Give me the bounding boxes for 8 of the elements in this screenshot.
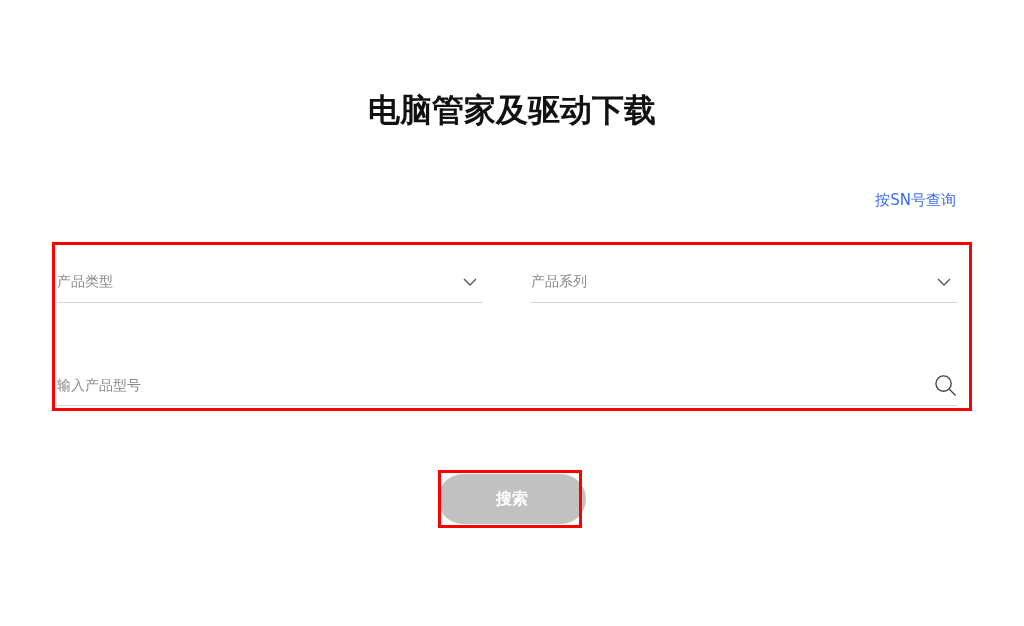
search-icon — [934, 373, 957, 397]
model-search-field[interactable]: 输入产品型号 — [57, 377, 934, 393]
dropdown-field[interactable]: 产品系列 — [531, 262, 957, 303]
chevron-down-icon — [937, 278, 951, 286]
sn-lookup-link[interactable]: 按SN号查询 — [875, 190, 956, 210]
chevron-down-icon — [463, 278, 477, 286]
dropdown-field[interactable]: 产品类型 — [57, 262, 483, 303]
page-title: 电脑管家及驱动下载 — [367, 90, 657, 131]
